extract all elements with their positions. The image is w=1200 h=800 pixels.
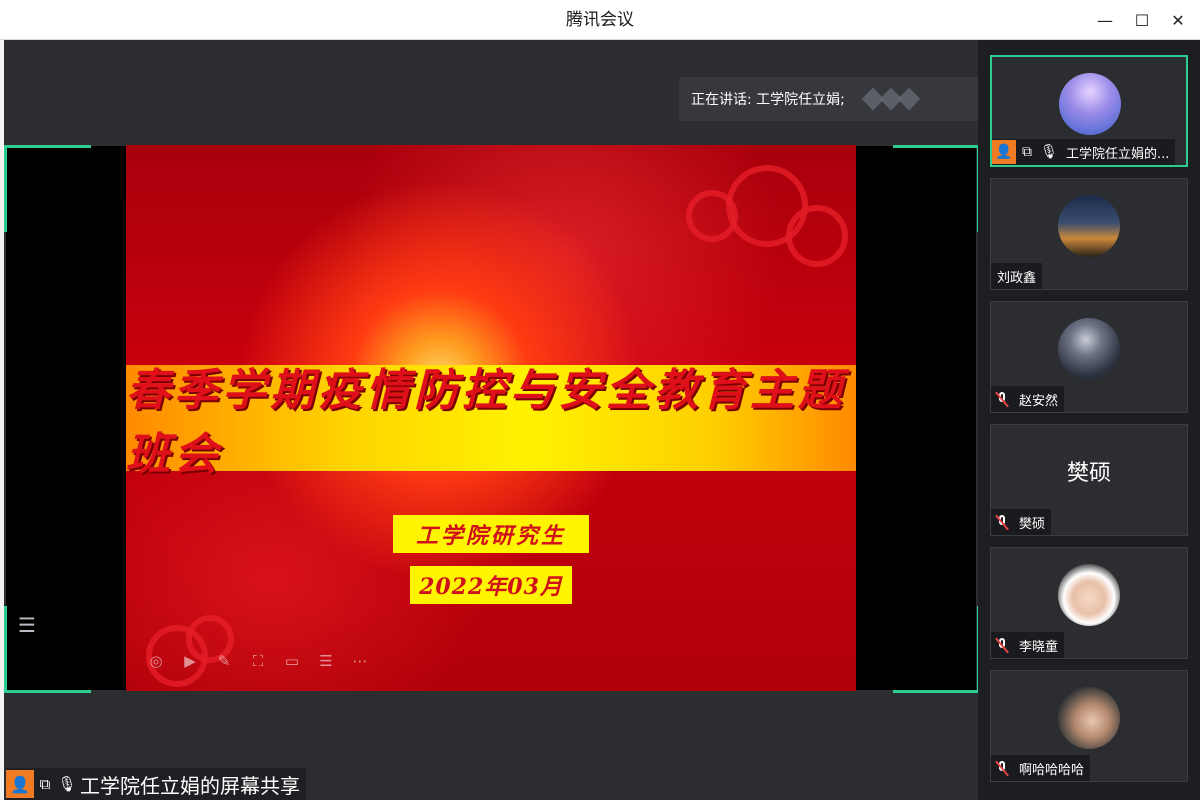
participant-name: 赵安然 [1019, 393, 1059, 409]
list-icon[interactable]: ☰ [12, 606, 42, 644]
host-icon: 👤 [6, 770, 34, 798]
participant-tile[interactable]: 赵安然 [990, 301, 1188, 413]
screen-share-icon: ⧉ [39, 775, 51, 793]
slide-subtitle-box: 工学院研究生 [393, 515, 589, 553]
participant-name: 工学院任立娟的... [1066, 146, 1170, 162]
participant-name: 樊硕 [1019, 516, 1046, 532]
participant-tile[interactable]: 刘政鑫 [990, 178, 1188, 290]
participant-name: 刘政鑫 [997, 270, 1037, 286]
host-icon: 👤 [992, 140, 1016, 164]
participant-label: 樊硕 [991, 509, 1052, 535]
share-caption: 👤 ⧉ 🎙 工学院任立娟的屏幕共享 [6, 768, 306, 800]
microphone-muted-icon [991, 633, 1013, 657]
slide-title-banner: 春季学期疫情防控与安全教育主题班会 [126, 365, 856, 480]
play-icon[interactable]: ▶ [179, 650, 201, 672]
slide-date: 2022年03月 [419, 574, 563, 600]
participant-label: 赵安然 [991, 386, 1065, 412]
microphone-muted-icon [991, 756, 1013, 780]
speaking-indicator: 正在讲话: 工学院任立娟; [679, 77, 984, 121]
avatar [1058, 318, 1120, 380]
microphone-icon: 🎙 [1040, 144, 1058, 160]
participant-sidebar: 👤 ⧉ 🎙 工学院任立娟的... 刘政鑫 赵安然 樊硕 樊硕 李晓童 啊哈哈哈哈 [978, 40, 1200, 800]
avatar [1058, 195, 1120, 257]
more-icon[interactable]: ⋯ [349, 650, 371, 672]
share-frame-corner [893, 145, 980, 232]
microphone-muted-icon [991, 510, 1013, 534]
participant-tile[interactable]: 啊哈哈哈哈 [990, 670, 1188, 782]
share-caption-text: 工学院任立娟的屏幕共享 [80, 773, 300, 798]
avatar [1059, 73, 1121, 135]
close-icon[interactable]: ✕ [1166, 8, 1190, 32]
voice-icon[interactable]: ◎ [145, 650, 167, 672]
decor-swirl [686, 190, 738, 242]
slide-date-box: 2022年03月 [410, 566, 572, 604]
participant-label: 刘政鑫 [991, 263, 1043, 289]
slide-title: 春季学期疫情防控与安全教育主题班会 [126, 365, 846, 480]
window-title: 腾讯会议 [566, 10, 634, 30]
chat-icon[interactable]: ☰ [315, 650, 337, 672]
microphone-icon: 🎙 [57, 775, 77, 793]
participant-tile[interactable]: 👤 ⧉ 🎙 工学院任立娟的... [990, 55, 1188, 167]
presentation-toolbar: ◎ ▶ ✎ ⛶ ▭ ☰ ⋯ [145, 650, 371, 672]
voice-wave-icon [861, 87, 921, 111]
pen-icon[interactable]: ✎ [213, 650, 235, 672]
participant-name: 啊哈哈哈哈 [1019, 762, 1085, 778]
participant-label: 李晓童 [991, 632, 1065, 658]
share-frame-corner [4, 145, 91, 232]
share-frame-corner [893, 606, 980, 693]
participant-tile[interactable]: 李晓童 [990, 547, 1188, 659]
microphone-muted-icon [991, 387, 1013, 411]
minimize-icon[interactable]: — [1093, 8, 1117, 32]
participant-label: 👤 ⧉ 🎙 工学院任立娟的... [992, 139, 1176, 165]
screenshot-icon[interactable]: ⛶ [247, 650, 269, 672]
avatar-text: 樊硕 [1066, 461, 1111, 486]
participant-tile[interactable]: 樊硕 樊硕 [990, 424, 1188, 536]
presentation-slide: 春季学期疫情防控与安全教育主题班会 工学院研究生 2022年03月 [126, 145, 856, 691]
avatar [1058, 687, 1120, 749]
title-bar: 腾讯会议 — ☐ ✕ [0, 0, 1200, 40]
avatar [1058, 564, 1120, 626]
maximize-icon[interactable]: ☐ [1130, 8, 1154, 32]
speaking-text: 正在讲话: 工学院任立娟; [691, 92, 845, 108]
screen-share-icon: ⧉ [1022, 144, 1032, 160]
camera-icon[interactable]: ▭ [281, 650, 303, 672]
participant-label: 啊哈哈哈哈 [991, 755, 1091, 781]
decor-swirl [786, 205, 848, 267]
slide-subtitle: 工学院研究生 [415, 523, 566, 549]
participant-name: 李晓童 [1019, 639, 1059, 655]
